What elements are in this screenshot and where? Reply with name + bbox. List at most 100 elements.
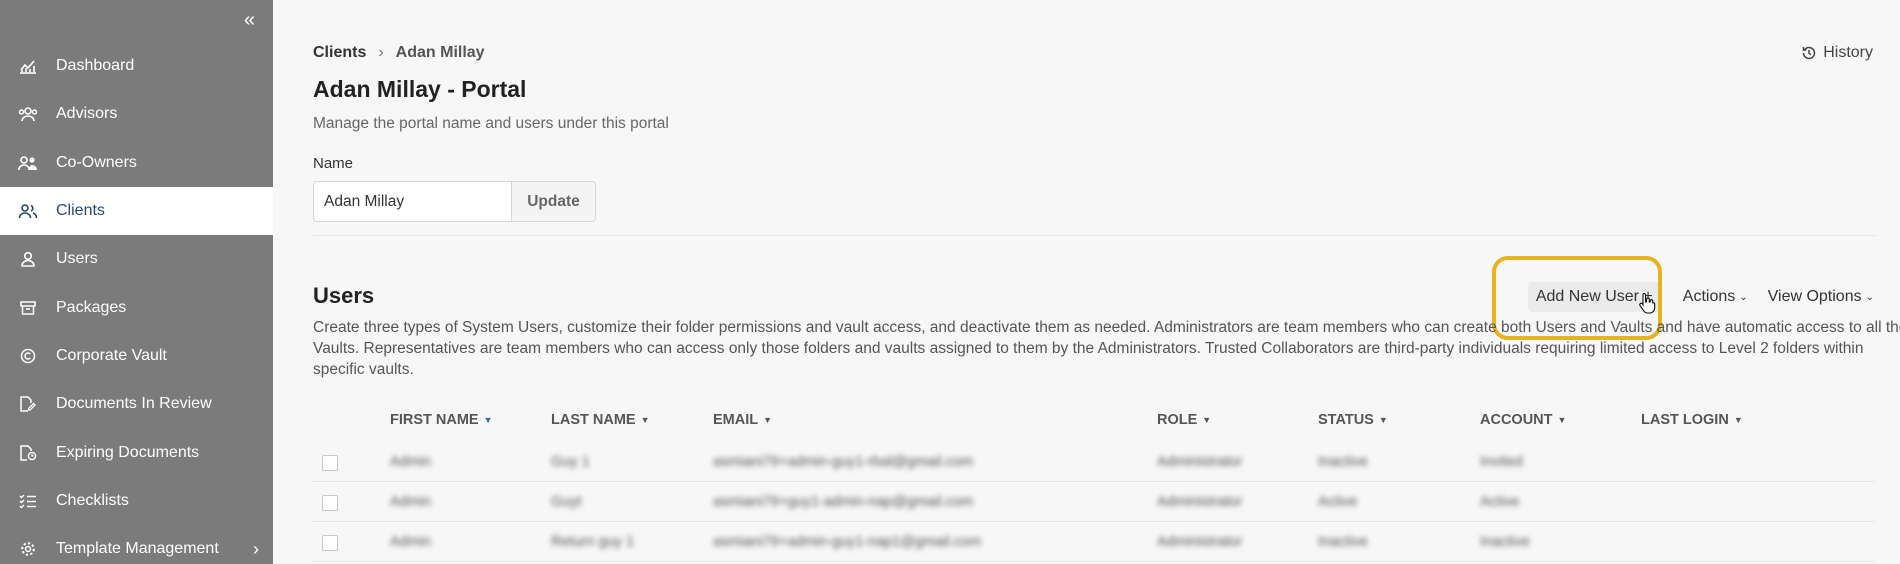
cell-role: Administrator — [1157, 454, 1243, 470]
checklist-icon — [18, 491, 38, 511]
breadcrumb: Clients › Adan Millay — [313, 44, 485, 62]
users-toolbar: Add New User + Actions ⌄ View Options ⌄ — [1491, 256, 1874, 340]
cell-first-name: Admin — [390, 494, 432, 510]
sidebar-item-label: Clients — [56, 202, 105, 220]
column-header-email[interactable]: EMAIL ▼ — [713, 412, 772, 428]
users-group-icon — [18, 104, 38, 124]
table-row[interactable]: Admin Return guy 1 asmiani79+admin-guy1-… — [313, 522, 1875, 562]
sidebar-nav: Dashboard Advisors Co-Owners Clients Use… — [0, 42, 273, 564]
sidebar-item-label: Corporate Vault — [56, 346, 167, 364]
users-description: Create three types of System Users, cust… — [313, 319, 1900, 378]
sidebar-item-label: Documents In Review — [56, 395, 212, 413]
page-title: Adan Millay - Portal — [313, 76, 527, 102]
column-header-account[interactable]: ACCOUNT ▼ — [1480, 412, 1566, 428]
section-divider — [313, 235, 1875, 236]
sidebar-item-advisors[interactable]: Advisors — [0, 90, 273, 138]
view-options-label: View Options — [1767, 288, 1862, 305]
sidebar-item-documents-in-review[interactable]: Documents In Review — [0, 380, 273, 428]
update-button[interactable]: Update — [511, 182, 595, 221]
chevron-down-icon: ⌄ — [1739, 291, 1748, 303]
history-label: History — [1823, 44, 1873, 61]
sidebar-item-users[interactable]: Users — [0, 235, 273, 283]
breadcrumb-current: Adan Millay — [395, 44, 485, 61]
sidebar-item-dashboard[interactable]: Dashboard — [0, 42, 273, 90]
sidebar-item-checklists[interactable]: Checklists — [0, 477, 273, 525]
table-header: FIRST NAME ▼ LAST NAME ▼ EMAIL ▼ ROLE ▼ STAT… — [313, 408, 1875, 434]
cell-role: Administrator — [1157, 534, 1243, 550]
chevron-right-icon: › — [253, 538, 259, 559]
cell-account: Invited — [1480, 454, 1523, 470]
sidebar: « Dashboard Advisors Co-Owners Clients U… — [0, 0, 273, 564]
column-label: ROLE — [1157, 412, 1198, 428]
sidebar-item-label: Checklists — [56, 491, 129, 509]
actions-label: Actions — [1682, 288, 1736, 305]
column-label: LAST NAME — [551, 412, 636, 428]
co-owners-icon — [18, 153, 38, 173]
cell-email: asmiani79+guy1-admin-nap@gmail.com — [713, 494, 974, 510]
sort-caret-icon: ▼ — [1378, 415, 1388, 425]
sort-caret-icon: ▼ — [1557, 415, 1567, 425]
sidebar-item-label: Packages — [56, 298, 127, 316]
hand-pointer-cursor-icon — [1639, 292, 1656, 314]
double-chevron-left-icon[interactable]: « — [244, 9, 255, 32]
archive-icon — [18, 298, 38, 318]
clients-icon — [18, 201, 38, 221]
cell-email: asmiani79+admin-guy1-rbal@gmail.com — [713, 454, 974, 470]
sidebar-item-clients[interactable]: Clients — [0, 186, 273, 236]
sort-caret-icon: ▼ — [483, 415, 493, 425]
cell-first-name: Admin — [390, 454, 432, 470]
history-button[interactable]: History — [1801, 44, 1873, 62]
cell-last-name: Guyt — [551, 494, 582, 510]
document-clock-icon — [18, 443, 38, 463]
cell-last-name: Return guy 1 — [551, 534, 635, 550]
copyright-icon — [18, 346, 38, 366]
cell-email: asmiani79+admin-guy1-nap1@gmail.com — [713, 534, 982, 550]
actions-dropdown[interactable]: Actions ⌄ — [1683, 288, 1748, 306]
column-label: ACCOUNT — [1480, 412, 1553, 428]
cell-last-name: Guy 1 — [551, 454, 590, 470]
document-edit-icon — [18, 394, 38, 414]
table-row[interactable]: Admin Guyt asmiani79+guy1-admin-nap@gmai… — [313, 482, 1875, 522]
add-user-wrapper: Add New User + — [1491, 256, 1662, 340]
name-form: Update — [313, 181, 596, 222]
column-header-last-login[interactable]: LAST LOGIN ▼ — [1641, 412, 1743, 428]
column-label: EMAIL — [713, 412, 759, 428]
cell-account: Active — [1480, 494, 1520, 510]
sidebar-item-expiring-documents[interactable]: Expiring Documents — [0, 428, 273, 476]
cell-status: Active — [1318, 494, 1358, 510]
portal-name-input[interactable] — [314, 182, 511, 221]
cell-first-name: Admin — [390, 534, 432, 550]
column-header-last-name[interactable]: LAST NAME ▼ — [551, 412, 650, 428]
page-subtitle: Manage the portal name and users under t… — [313, 115, 669, 132]
table-row[interactable]: Admin Guy 1 asmiani79+admin-guy1-rbal@gm… — [313, 442, 1875, 482]
sidebar-item-template-management[interactable]: Template Management › — [0, 525, 273, 564]
history-icon — [1802, 46, 1816, 60]
sort-caret-icon: ▼ — [763, 415, 773, 425]
sidebar-item-label: Expiring Documents — [56, 443, 200, 461]
sidebar-item-corporate-vault[interactable]: Corporate Vault — [0, 332, 273, 380]
chevron-down-icon: ⌄ — [1865, 291, 1874, 303]
users-section-title: Users — [313, 283, 375, 308]
row-checkbox[interactable] — [322, 495, 338, 511]
cell-status: Inactive — [1318, 454, 1368, 470]
column-header-role[interactable]: ROLE ▼ — [1157, 412, 1211, 428]
breadcrumb-clients[interactable]: Clients — [313, 44, 366, 62]
sidebar-item-label: Advisors — [56, 105, 118, 123]
column-header-first-name[interactable]: FIRST NAME ▼ — [390, 412, 493, 428]
sort-caret-icon: ▼ — [640, 415, 650, 425]
name-label: Name — [313, 155, 354, 172]
cell-status: Inactive — [1318, 534, 1368, 550]
column-header-status[interactable]: STATUS ▼ — [1318, 412, 1388, 428]
chart-icon — [18, 56, 38, 76]
column-label: STATUS — [1318, 412, 1374, 428]
cell-account: Inactive — [1480, 534, 1530, 550]
column-label: FIRST NAME — [390, 412, 479, 428]
row-checkbox[interactable] — [322, 535, 338, 551]
row-checkbox[interactable] — [322, 455, 338, 471]
sidebar-item-co-owners[interactable]: Co-Owners — [0, 139, 273, 187]
sidebar-item-label: Co-Owners — [56, 153, 137, 171]
view-options-dropdown[interactable]: View Options ⌄ — [1768, 288, 1874, 306]
column-label: LAST LOGIN — [1641, 412, 1729, 428]
user-icon — [18, 249, 38, 269]
sidebar-item-packages[interactable]: Packages — [0, 283, 273, 331]
